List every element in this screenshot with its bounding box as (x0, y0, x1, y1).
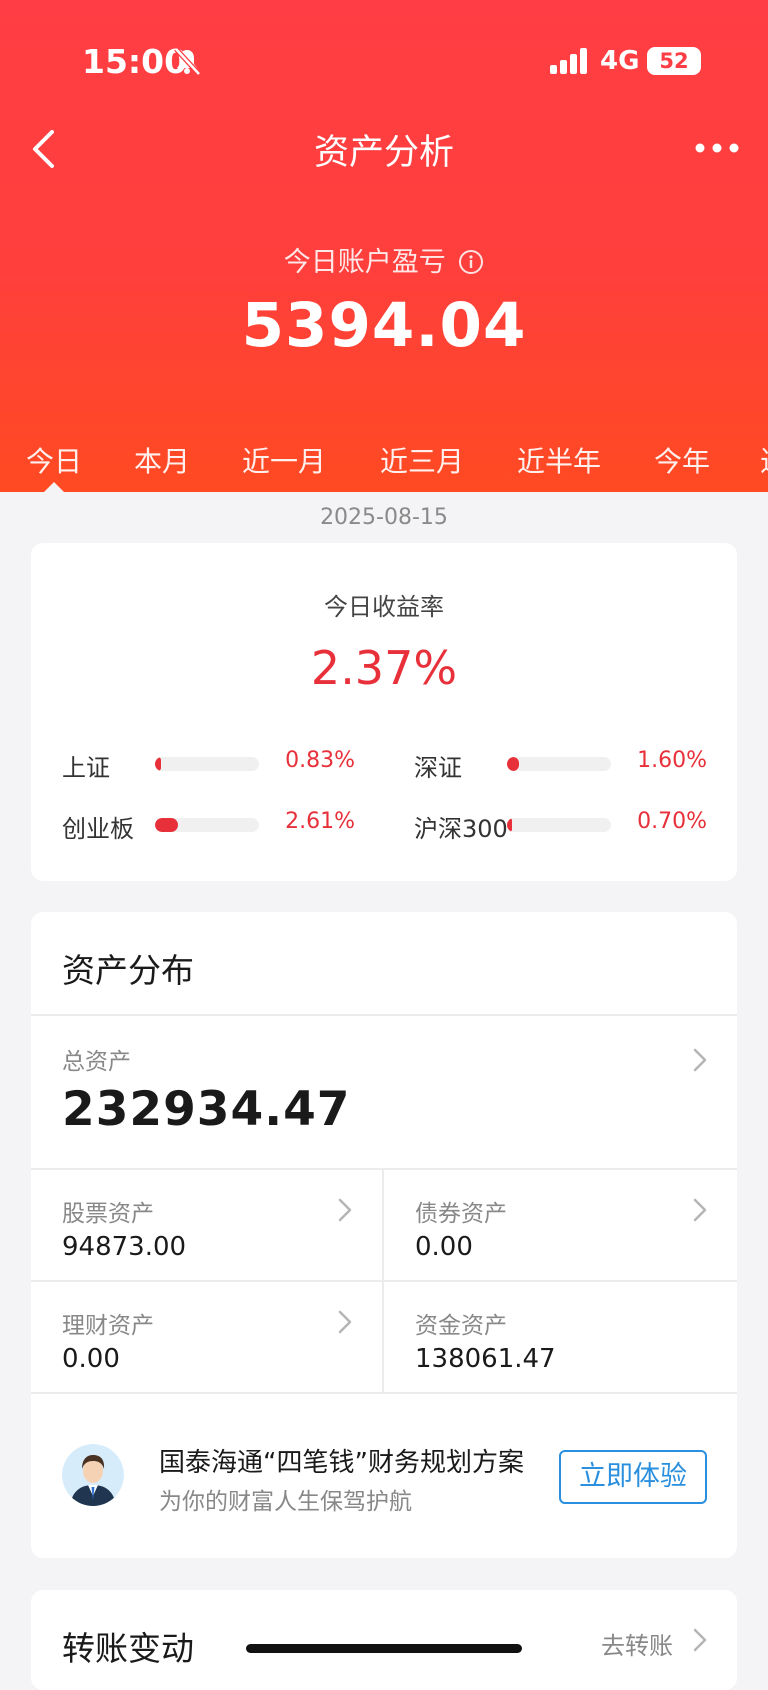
promo-title: 国泰海通“四笔钱”财务规划方案 (159, 1448, 524, 1478)
index-value: 0.83% (285, 748, 355, 773)
tab-last-half-year[interactable]: 近半年 (517, 440, 601, 480)
battery-level: 52 (659, 49, 689, 73)
stock-assets-label: 股票资产 (62, 1201, 154, 1227)
advisor-avatar (62, 1444, 124, 1506)
divider (382, 1170, 384, 1394)
index-bar (155, 757, 259, 771)
index-bar-fill (155, 757, 162, 771)
promo-subtitle: 为你的财富人生保驾护航 (159, 1489, 412, 1515)
tab-this-month[interactable]: 本月 (134, 440, 190, 480)
advisor-avatar-icon (62, 1444, 124, 1506)
date-label: 2025-08-15 (320, 505, 448, 530)
tab-this-year[interactable]: 今年 (654, 440, 710, 480)
transfer-card: 转账变动 去转账 (31, 1590, 737, 1690)
chevron-right-icon (338, 1310, 352, 1334)
stock-assets-value: 94873.00 (62, 1232, 187, 1262)
chevron-right-icon (693, 1628, 707, 1652)
index-bar (155, 818, 259, 832)
header: 15:00 4G 52 资产分析 今日账户盈亏 5394.04 今日 本月 近一… (0, 0, 768, 492)
bond-assets-value: 0.00 (415, 1232, 473, 1262)
divider (31, 1280, 737, 1282)
assets-title: 资产分布 (62, 951, 194, 990)
home-indicator[interactable] (246, 1644, 522, 1653)
period-tabs: 今日 本月 近一月 近三月 近半年 今年 近 (0, 440, 768, 492)
wealth-assets-value: 0.00 (62, 1344, 120, 1374)
tab-last-three-months[interactable]: 近三月 (380, 440, 464, 480)
return-value: 2.37% (310, 641, 458, 695)
pnl-label: 今日账户盈亏 (283, 247, 446, 278)
active-tab-indicator (44, 482, 64, 492)
battery-icon: 52 (647, 47, 701, 75)
index-bar (507, 757, 611, 771)
chevron-right-icon (338, 1198, 352, 1222)
info-icon[interactable] (458, 249, 484, 275)
index-name: 创业板 (62, 815, 134, 843)
network-label: 4G (600, 46, 640, 76)
index-bar-fill (155, 818, 178, 832)
index-name: 沪深300 (414, 815, 508, 843)
tab-more[interactable]: 近 (760, 440, 768, 480)
index-bar-fill (507, 757, 520, 771)
return-card: 今日收益率 2.37% 上证 0.83% 深证 1.60% 创业板 2.61% … (31, 543, 737, 881)
index-name: 上证 (62, 754, 110, 782)
page-title: 资产分析 (313, 133, 454, 173)
pnl-label-row: 今日账户盈亏 (0, 240, 768, 279)
divider (31, 1168, 737, 1170)
return-label: 今日收益率 (324, 593, 444, 621)
total-assets-value: 232934.47 (62, 1082, 351, 1137)
index-value: 1.60% (637, 748, 707, 773)
index-value: 0.70% (637, 809, 707, 834)
divider (31, 1392, 737, 1394)
go-transfer-label: 去转账 (601, 1632, 673, 1660)
try-now-button[interactable]: 立即体验 (559, 1450, 707, 1504)
index-value: 2.61% (285, 809, 355, 834)
divider (31, 1014, 737, 1016)
assets-card: 资产分布 总资产 232934.47 股票资产 94873.00 债券资产 0.… (31, 912, 737, 1558)
chevron-right-icon (693, 1198, 707, 1222)
cash-assets-value: 138061.47 (415, 1344, 556, 1374)
chevron-right-icon (693, 1048, 707, 1072)
tab-last-month[interactable]: 近一月 (242, 440, 326, 480)
index-name: 深证 (414, 754, 462, 782)
transfer-title: 转账变动 (62, 1629, 194, 1668)
wealth-assets-label: 理财资产 (62, 1313, 154, 1339)
more-icon[interactable] (694, 138, 740, 158)
index-bar (507, 818, 611, 832)
bell-muted-icon (174, 47, 201, 76)
pnl-value: 5394.04 (241, 290, 527, 361)
cash-assets-label: 资金资产 (415, 1313, 507, 1339)
bond-assets-label: 债券资产 (415, 1201, 507, 1227)
signal-icon (550, 48, 587, 74)
total-assets-label: 总资产 (62, 1049, 131, 1075)
tab-today[interactable]: 今日 (26, 440, 82, 480)
